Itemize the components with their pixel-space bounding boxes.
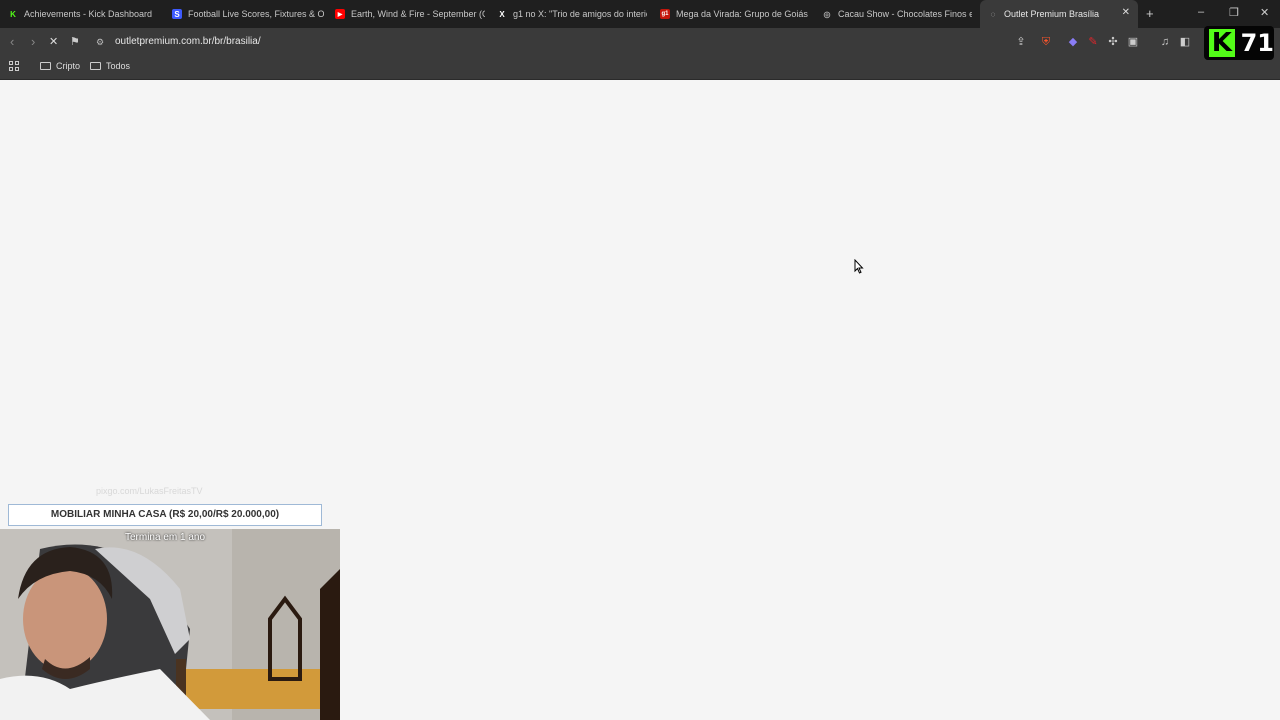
bookmark-label: Todos — [106, 61, 131, 71]
share-icon[interactable]: ⇪ — [1014, 35, 1028, 49]
media-icon[interactable]: ♫ — [1158, 35, 1172, 49]
leo-icon[interactable]: ◆ — [1066, 35, 1080, 49]
folder-icon — [40, 62, 51, 70]
tab-outlet-premium[interactable]: ◌ Outlet Premium Brasília ✕ — [980, 0, 1138, 28]
tab-title: Earth, Wind & Fire - September (Offi — [351, 9, 485, 19]
webcam-image — [0, 529, 340, 720]
bookmark-folder-todos[interactable]: Todos — [90, 61, 130, 71]
forward-button[interactable]: › — [31, 34, 35, 49]
tab-strip: K Achievements - Kick Dashboard S Footba… — [0, 0, 1280, 28]
tab-football-scores[interactable]: S Football Live Scores, Fixtures & Odds — [172, 0, 324, 28]
minimize-icon[interactable]: – — [1198, 6, 1204, 18]
kick-logo-icon: K — [1209, 29, 1235, 57]
cacau-icon: ◎ — [823, 9, 831, 19]
kick-count: 71 — [1240, 29, 1274, 57]
webcam-caption: Termina em 1 ano — [124, 532, 206, 543]
restore-icon[interactable]: ❐ — [1229, 6, 1239, 19]
youtube-icon: ▶ — [335, 9, 345, 19]
folder-icon — [90, 62, 101, 70]
apps-grid-icon[interactable] — [9, 61, 20, 72]
donation-goal-bar: MOBILIAR MINHA CASA (R$ 20,00/R$ 20.000,… — [8, 504, 322, 526]
tab-cacau-show[interactable]: ◎ Cacau Show - Chocolates Finos e Pre — [822, 0, 973, 28]
sofascore-icon: S — [172, 9, 182, 19]
tab-title: Mega da Virada: Grupo de Goiás fat — [676, 9, 808, 19]
x-icon: X — [499, 9, 505, 19]
tab-title: Achievements - Kick Dashboard — [24, 9, 153, 19]
bookmark-label: Cripto — [56, 61, 81, 71]
browser-toolbar: ‹ › ✕ ⚑ ⚙ outletpremium.com.br/br/brasil… — [0, 28, 1280, 56]
sidebar-icon[interactable]: ◧ — [1178, 35, 1192, 49]
tab-title: Outlet Premium Brasília — [1004, 9, 1100, 19]
puzzle-icon[interactable]: ✣ — [1106, 35, 1120, 49]
bookmarks-bar: Cripto Todos — [0, 56, 1280, 80]
close-icon[interactable]: ✕ — [1122, 7, 1130, 18]
tab-kick-dashboard[interactable]: K Achievements - Kick Dashboard — [8, 0, 168, 28]
tab-x-post[interactable]: X g1 no X: "Trio de amigos do interior — [497, 0, 647, 28]
webcam-feed: Termina em 1 ano — [0, 529, 340, 720]
stop-loading-button[interactable]: ✕ — [49, 35, 58, 48]
tab-title: g1 no X: "Trio de amigos do interior — [513, 9, 647, 19]
address-bar[interactable]: outletpremium.com.br/br/brasilia/ — [115, 36, 261, 47]
kick-icon: K — [10, 9, 16, 19]
mouse-cursor-icon — [854, 259, 864, 274]
close-window-icon[interactable]: ✕ — [1260, 6, 1269, 19]
tab-g1[interactable]: g1 Mega da Virada: Grupo de Goiás fat — [660, 0, 808, 28]
tab-search-icon[interactable]: ▣ — [1126, 35, 1140, 49]
tab-title: Cacau Show - Chocolates Finos e Pre — [838, 9, 972, 19]
bookmark-icon[interactable]: ⚑ — [70, 35, 80, 48]
g1-icon: g1 — [660, 9, 670, 19]
back-button[interactable]: ‹ — [10, 34, 14, 49]
tab-youtube[interactable]: ▶ Earth, Wind & Fire - September (Offi — [335, 0, 485, 28]
loading-icon: ◌ — [990, 9, 996, 19]
kick-badge: K 71 — [1204, 26, 1274, 60]
new-tab-button[interactable]: + — [1146, 6, 1154, 21]
donation-url: pixgo.com/LukasFreitasTV — [96, 486, 203, 496]
bookmark-folder-cripto[interactable]: Cripto — [40, 61, 80, 71]
tab-title: Football Live Scores, Fixtures & Odds — [188, 9, 324, 19]
extension-icon[interactable]: ✎ — [1086, 35, 1100, 49]
site-settings-icon[interactable]: ⚙ — [96, 37, 104, 48]
brave-shield-icon[interactable]: ⛨ — [1039, 35, 1053, 49]
